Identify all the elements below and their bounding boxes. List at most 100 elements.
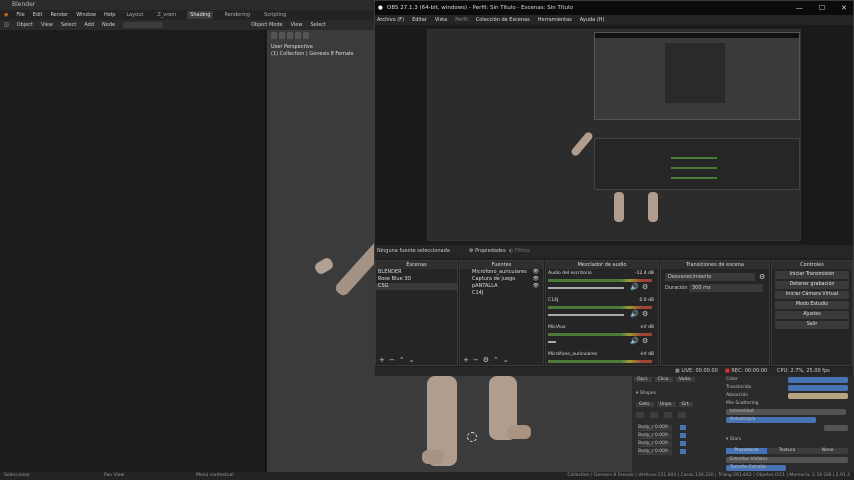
shape-icon-3[interactable] (664, 412, 672, 418)
transition-select[interactable]: Desvanecimiento (665, 273, 755, 281)
slot-field[interactable] (123, 22, 164, 28)
source-item[interactable]: C14J (460, 290, 543, 297)
workspace-tab-layout[interactable]: Layout (123, 11, 146, 19)
prop-anisotropy-2-field[interactable] (824, 425, 848, 431)
prop-absorption-field[interactable] (788, 393, 848, 399)
viewport-mode-dropdown[interactable]: Object Mode (251, 22, 283, 28)
duration-field[interactable]: 300 ms (689, 284, 763, 292)
options-button[interactable]: Opci. (634, 377, 652, 382)
prop-color-field[interactable] (788, 377, 848, 383)
obs-preview[interactable] (375, 25, 853, 245)
shape-row-3[interactable]: Body_r 0.000 (638, 441, 672, 447)
remove-source-icon[interactable]: − (473, 356, 479, 364)
shape-row-1[interactable]: Body_r 0.000 (638, 425, 672, 431)
workspace-tab-shading[interactable]: Shading (187, 11, 214, 19)
settings-button[interactable]: Ajustes (775, 311, 849, 319)
remove-scene-icon[interactable]: − (389, 356, 395, 364)
header-node[interactable]: Node (102, 22, 115, 28)
obs-menu-edit[interactable]: Editar (412, 15, 427, 25)
shape-icon-4[interactable] (678, 412, 686, 418)
shape-icon-2[interactable] (650, 412, 658, 418)
shape-checkboxes[interactable] (680, 425, 686, 455)
menu-edit[interactable]: Edit (33, 12, 43, 18)
scene-item[interactable]: Rose Blue 3D (376, 276, 457, 283)
source-settings-icon[interactable]: ⚙ (483, 356, 489, 364)
gear-icon[interactable]: ⚙ (759, 273, 765, 281)
3d-cursor-icon[interactable] (467, 432, 477, 442)
obs-menu-view[interactable]: Vista (435, 15, 447, 25)
workspace-tab-rendering[interactable]: Rendering (221, 11, 253, 19)
start-virtual-camera-button[interactable]: Iniciar Cámara Virtual (775, 291, 849, 299)
source-item[interactable]: pANTALLA 👁 (460, 283, 543, 290)
shape-row-4[interactable]: Body_r 0.000 (638, 449, 672, 455)
speaker-icon[interactable]: 🔊 (630, 310, 639, 318)
gear-icon[interactable]: ⚙ (642, 283, 648, 291)
obs-menu-profile[interactable]: Perfil (455, 15, 468, 25)
workspace-tab-scripting[interactable]: Scripting (261, 11, 289, 19)
scene-item-selected[interactable]: CSG (376, 283, 457, 290)
eye-icon[interactable]: 👁 (533, 269, 543, 276)
shape-unps-button[interactable]: Unps. (656, 402, 676, 407)
studio-mode-button[interactable]: Modo Estudio (775, 301, 849, 309)
obs-menu-help[interactable]: Ayuda (H) (580, 15, 605, 25)
start-streaming-button[interactable]: Iniciar Transmisión (775, 271, 849, 279)
object-dropdown[interactable]: Object (17, 22, 33, 28)
header-view[interactable]: View (41, 22, 53, 28)
shape-row-2[interactable]: Body_r 0.000 (638, 433, 672, 439)
maximize-icon[interactable]: ☐ (819, 1, 825, 15)
blender-logo-icon[interactable]: ◉ (4, 12, 8, 18)
close-icon[interactable]: ✕ (841, 1, 847, 15)
properties-button[interactable]: ⚙ Propiedades (469, 245, 506, 258)
header-select[interactable]: Select (61, 22, 76, 28)
viewport-view-menu[interactable]: View (291, 22, 303, 28)
stop-recording-button[interactable]: Detener grabación (775, 281, 849, 289)
prop-translucent-field[interactable] (788, 385, 848, 391)
volume-slider[interactable] (548, 314, 624, 316)
move-down-icon[interactable]: ⌄ (503, 356, 509, 364)
viewport-select-menu[interactable]: Select (310, 22, 325, 28)
shape-icon-1[interactable] (636, 412, 644, 418)
header-add[interactable]: Add (84, 22, 94, 28)
shape-gets-button[interactable]: Gets. (636, 402, 654, 407)
add-source-icon[interactable]: + (463, 356, 469, 364)
eye-icon[interactable]: 👁 (533, 283, 543, 290)
stars-procedural-button[interactable]: Procedural (726, 448, 767, 454)
move-down-icon[interactable]: ⌄ (409, 356, 415, 364)
add-scene-icon[interactable]: + (379, 356, 385, 364)
source-item[interactable]: Captura de juego 👁 (460, 276, 543, 283)
shader-editor-area[interactable] (0, 30, 266, 472)
tool-icon-3[interactable] (295, 32, 301, 39)
gear-icon[interactable]: ⚙ (642, 337, 648, 345)
scene-item[interactable]: BLENDER (376, 269, 457, 276)
speaker-icon[interactable]: 🔊 (630, 337, 639, 345)
workspace-tab-zvrem[interactable]: Z_vrem (154, 11, 179, 19)
filters-button[interactable]: ◐ Filtros (509, 245, 530, 258)
stars-header[interactable]: ▾ Stars (726, 437, 741, 443)
tool-icon-4[interactable] (303, 32, 309, 39)
select-box-icon[interactable] (271, 32, 277, 39)
obs-menu-tools[interactable]: Herramientas (538, 15, 572, 25)
tool-icon-2[interactable] (287, 32, 293, 39)
move-up-icon[interactable]: ⌃ (493, 356, 499, 364)
shape-grt-button[interactable]: Grt. (678, 402, 694, 407)
clica-button[interactable]: Clica. (654, 377, 673, 382)
volume-slider[interactable] (548, 287, 624, 289)
select-tool-icon[interactable] (279, 32, 285, 39)
menu-file[interactable]: File (16, 12, 24, 18)
vuda-button[interactable]: Vuda. (675, 377, 695, 382)
minimize-icon[interactable]: — (796, 1, 803, 15)
menu-render[interactable]: Render (50, 12, 68, 18)
eye-icon[interactable]: 👁 (533, 276, 543, 283)
menu-help[interactable]: Help (104, 12, 115, 18)
gear-icon[interactable]: ⚙ (642, 310, 648, 318)
speaker-icon[interactable]: 🔊 (630, 283, 639, 291)
editor-type-icon[interactable]: ◫ (4, 22, 9, 28)
move-up-icon[interactable]: ⌃ (399, 356, 405, 364)
source-item[interactable]: Micrófono_auriculares 👁 (460, 269, 543, 276)
exit-button[interactable]: Salir (775, 321, 849, 329)
volume-slider[interactable] (548, 341, 556, 343)
shapes-header[interactable]: ▾ Shapes (636, 391, 656, 397)
menu-window[interactable]: Window (76, 12, 96, 18)
stars-none-button[interactable]: None (807, 448, 849, 454)
obs-menu-file[interactable]: Archivo (F) (377, 15, 404, 25)
